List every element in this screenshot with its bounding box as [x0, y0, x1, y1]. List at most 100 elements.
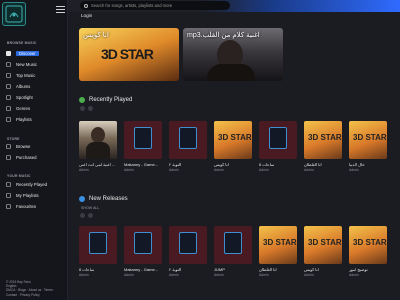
track-artist[interactable]: Admin: [349, 168, 387, 172]
track-artist[interactable]: Admin: [259, 273, 297, 277]
logo[interactable]: [2, 2, 26, 26]
track-title[interactable]: انا الغلطان: [304, 162, 342, 167]
sidebar-item-label: Playlists: [16, 116, 32, 122]
track-cover[interactable]: [124, 226, 162, 264]
track-title[interactable]: حال الدنيا: [349, 162, 387, 167]
sidebar-item-purchased[interactable]: Purchased: [6, 153, 62, 161]
show-all-link[interactable]: SHOW ALL: [81, 206, 99, 210]
track-title[interactable]: Makanny - Game...: [124, 267, 162, 272]
track-cover[interactable]: 3D STAR: [349, 121, 387, 159]
track-card[interactable]: Makanny - Game... Admin: [124, 226, 162, 277]
sidebar-item-new-music[interactable]: New Music: [6, 60, 62, 68]
track-card[interactable]: 3D STAR انا الغلطان Admin: [304, 121, 342, 172]
track-artist[interactable]: Admin: [124, 168, 162, 172]
track-cover[interactable]: [79, 226, 117, 264]
track-title[interactable]: انا كويس: [304, 267, 342, 272]
next-arrow-icon[interactable]: [88, 213, 93, 218]
track-artist[interactable]: Admin: [304, 273, 342, 277]
track-artist[interactable]: Admin: [214, 168, 252, 172]
track-card[interactable]: 3D STAR توضيح امور Admin: [349, 226, 387, 277]
track-title[interactable]: JUMP: [214, 267, 252, 272]
footer-links-2[interactable]: Contact · Privacy Policy: [6, 293, 64, 297]
sidebar-item-spotlight[interactable]: Spotlight: [6, 93, 62, 101]
sidebar-item-top-music[interactable]: Top Music: [6, 71, 62, 79]
track-card[interactable]: JUMP Admin: [214, 226, 252, 277]
track-cover[interactable]: [214, 226, 252, 264]
sidebar-item-browse[interactable]: Browse: [6, 142, 62, 150]
track-cover[interactable]: [169, 121, 207, 159]
sidebar-item-albums[interactable]: Albums: [6, 82, 62, 90]
featured-banner-1[interactable]: 3D STAR انا كويس: [79, 28, 179, 81]
track-artist[interactable]: Admin: [169, 168, 207, 172]
new-releases-title: New Releases: [89, 196, 128, 202]
sidebar: BROWSE MUSIC Discover New Music Top Music A…: [0, 0, 68, 300]
sidebar-item-label: Browse: [16, 143, 31, 149]
track-title[interactable]: ساعات ٥: [79, 267, 117, 272]
recently-played-icon: [79, 97, 85, 103]
track-cover[interactable]: 3D STAR: [304, 226, 342, 264]
sidebar-item-label: My Playlists: [16, 192, 39, 198]
track-card[interactable]: التوبة ٢ Admin: [169, 226, 207, 277]
track-cover[interactable]: 3D STAR: [349, 226, 387, 264]
purchased-icon: [6, 154, 11, 160]
sidebar-item-label: Purchased: [16, 154, 37, 160]
track-cover[interactable]: [79, 121, 117, 159]
sidebar-item-label: New Music: [16, 61, 38, 67]
track-card[interactable]: ساعات ٥ Admin: [259, 121, 297, 172]
my-playlists-icon: [6, 192, 11, 198]
sidebar-item-discover[interactable]: Discover: [6, 49, 62, 57]
track-cover[interactable]: [259, 121, 297, 159]
track-title[interactable]: انا كويس: [214, 162, 252, 167]
track-artist[interactable]: Admin: [79, 168, 117, 172]
track-artist[interactable]: Admin: [124, 273, 162, 277]
track-title[interactable]: التوبة ٢: [169, 162, 207, 167]
playlist-icon: [6, 116, 11, 122]
login-link[interactable]: Login: [81, 13, 92, 18]
sidebar-item-label: Favourites: [16, 203, 37, 209]
track-card[interactable]: اغنية لمى انت اغنى ... Admin: [79, 121, 117, 172]
track-title[interactable]: انا الغلطان: [259, 267, 297, 272]
app-root: BROWSE MUSIC Discover New Music Top Music A…: [0, 0, 400, 300]
track-title[interactable]: اغنية لمى انت اغنى ...: [79, 162, 117, 167]
prev-arrow-icon[interactable]: [80, 106, 85, 111]
track-card[interactable]: 3D STAR انا كويس Admin: [304, 226, 342, 277]
sidebar-item-playlists[interactable]: Playlists: [6, 115, 62, 123]
sidebar-item-recently-played[interactable]: Recently Played: [6, 180, 62, 188]
track-title[interactable]: ساعات ٥: [259, 162, 297, 167]
menu-toggle-icon[interactable]: [56, 6, 65, 14]
sidebar-item-genres[interactable]: Genres: [6, 104, 62, 112]
search-box[interactable]: [80, 1, 230, 10]
recent-icon: [6, 181, 11, 187]
track-artist[interactable]: Admin: [79, 273, 117, 277]
prev-arrow-icon[interactable]: [80, 213, 85, 218]
search-icon: [84, 3, 88, 8]
browse-section-label: BROWSE MUSIC: [7, 41, 37, 45]
track-artist[interactable]: Admin: [214, 273, 252, 277]
browse-icon: [6, 143, 11, 149]
track-cover[interactable]: 3D STAR: [214, 121, 252, 159]
track-cover[interactable]: [124, 121, 162, 159]
track-title[interactable]: التوبة ٢: [169, 267, 207, 272]
track-card[interactable]: التوبة ٢ Admin: [169, 121, 207, 172]
track-artist[interactable]: Admin: [259, 168, 297, 172]
track-title[interactable]: توضيح امور: [349, 267, 387, 272]
track-title[interactable]: Makanny - Game...: [124, 162, 162, 167]
track-cover[interactable]: 3D STAR: [304, 121, 342, 159]
track-card[interactable]: 3D STAR حال الدنيا Admin: [349, 121, 387, 172]
track-artist[interactable]: Admin: [349, 273, 387, 277]
sidebar-item-my-playlists[interactable]: My Playlists: [6, 191, 62, 199]
track-card[interactable]: ساعات ٥ Admin: [79, 226, 117, 277]
track-cover[interactable]: [169, 226, 207, 264]
track-card[interactable]: Makanny - Game... Admin: [124, 121, 162, 172]
featured-title-1: انا كويس: [83, 32, 109, 39]
track-artist[interactable]: Admin: [304, 168, 342, 172]
featured-banner-2[interactable]: mp3.اغنية كلام من القلب: [183, 28, 283, 81]
sidebar-item-favourites[interactable]: Favourites: [6, 202, 62, 210]
sidebar-item-label: Discover: [16, 50, 39, 56]
track-artist[interactable]: Admin: [169, 273, 207, 277]
next-arrow-icon[interactable]: [88, 106, 93, 111]
track-card[interactable]: 3D STAR انا كويس Admin: [214, 121, 252, 172]
search-input[interactable]: [91, 3, 226, 8]
track-cover[interactable]: 3D STAR: [259, 226, 297, 264]
track-card[interactable]: 3D STAR انا الغلطان Admin: [259, 226, 297, 277]
